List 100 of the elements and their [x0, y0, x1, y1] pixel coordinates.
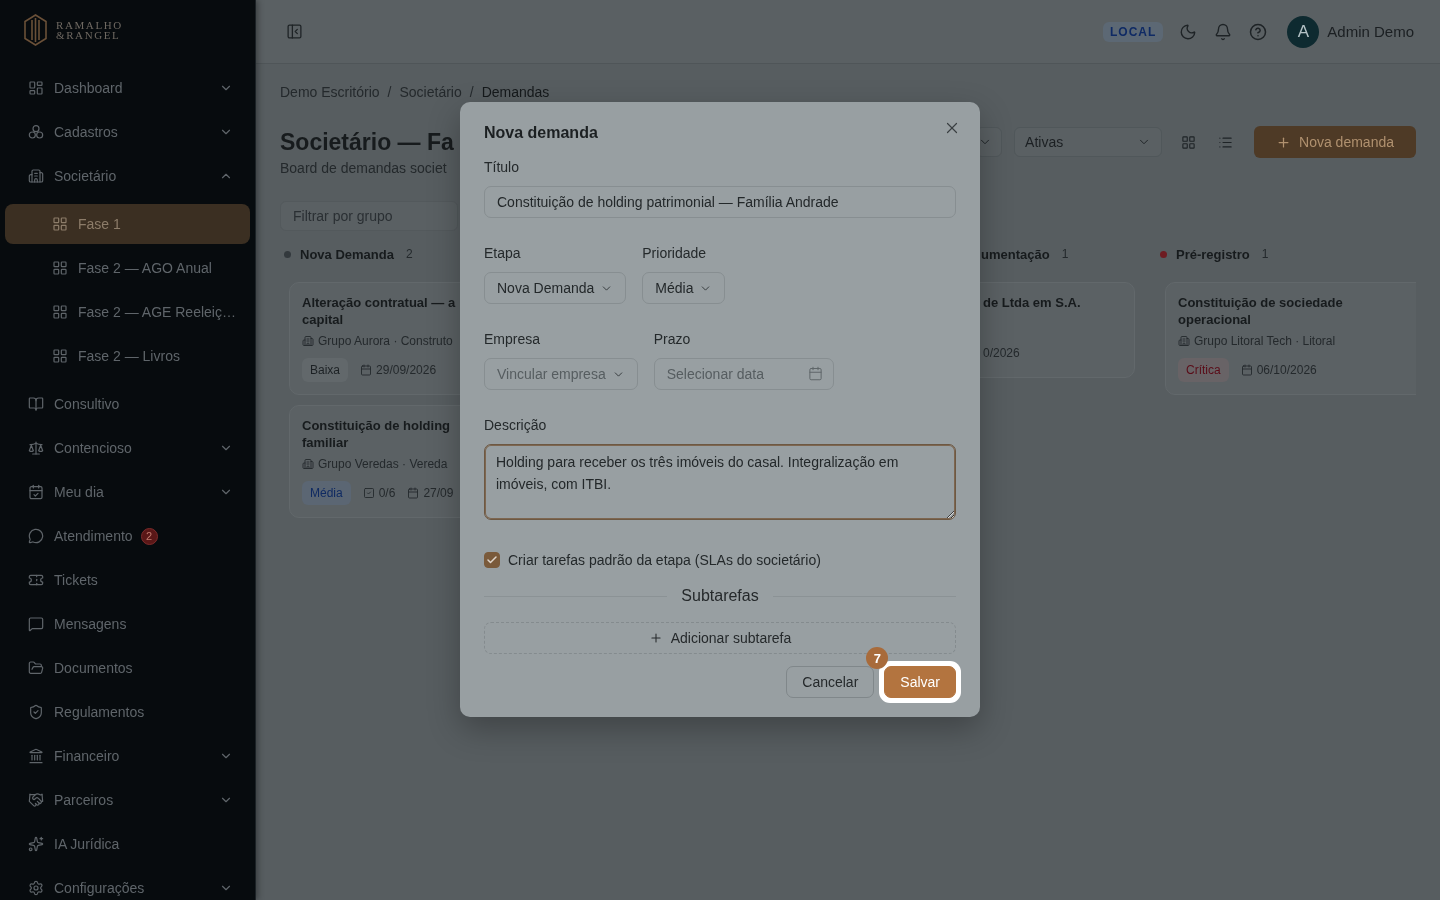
count-badge: 2: [140, 527, 158, 545]
cancel-button[interactable]: Cancelar: [786, 666, 875, 698]
field-label: Descrição: [484, 416, 548, 435]
company-select[interactable]: Vincular empresa: [484, 358, 638, 390]
nav-item[interactable]: Consultivo: [5, 384, 250, 424]
stage-select[interactable]: Nova Demanda: [484, 272, 627, 304]
check-icon: [486, 554, 498, 566]
nav-item[interactable]: Contencioso: [5, 428, 250, 468]
due-date: 29/09/2026: [376, 363, 437, 377]
grid-icon: [52, 216, 68, 232]
nav-item[interactable]: Dashboard: [5, 68, 250, 108]
list-icon: [1217, 134, 1233, 150]
settings-icon: [28, 880, 44, 896]
card-title: operacional: [1178, 311, 1252, 328]
panel-left-icon: [285, 23, 303, 40]
priority-badge: Média: [302, 481, 351, 505]
column-title: Nova Demanda: [300, 246, 394, 262]
calendar-icon: [1240, 364, 1253, 376]
calendar-icon: [407, 487, 420, 499]
grid-icon: [1180, 134, 1196, 150]
nav-item[interactable]: Fase 2 — Livros: [5, 336, 250, 376]
building-icon: [302, 335, 314, 347]
avatar[interactable]: A: [1287, 15, 1320, 48]
layout-icon: [28, 80, 44, 96]
save-button[interactable]: Salvar: [884, 666, 956, 698]
brand-name: RAMALHO: [56, 20, 123, 30]
due-date: 27/09: [423, 486, 454, 500]
status-select[interactable]: Ativas: [1014, 127, 1163, 157]
logo-icon: [24, 14, 47, 46]
moon-icon: [1179, 22, 1198, 41]
date-field[interactable]: Selecionar data: [653, 358, 834, 390]
ticket-icon: [28, 572, 44, 588]
building-icon: [302, 458, 314, 470]
nav-item[interactable]: Fase 2 — AGE Reeleiç…: [5, 292, 250, 332]
building-icon: [28, 168, 44, 184]
nav-item[interactable]: Configurações: [5, 868, 250, 900]
shield-check-icon: [28, 704, 44, 720]
book-icon: [28, 396, 44, 412]
card-title: Constituição de holding: [302, 417, 452, 434]
grid-icon: [52, 348, 68, 364]
nav-item[interactable]: Societário: [5, 156, 250, 196]
page-title: Societário — Fa: [280, 128, 454, 157]
building-icon: [1178, 335, 1190, 347]
nav-item[interactable]: Atendimento 2: [5, 516, 250, 556]
card-title: capital: [302, 311, 345, 328]
priority-badge: Baixa: [302, 358, 349, 382]
sparkles-icon: [28, 836, 44, 852]
plus-icon: [1276, 134, 1292, 150]
circles-icon: [28, 124, 44, 140]
field-label: Etapa: [484, 244, 522, 263]
demand-card[interactable]: Constituição de sociedade operacional Grupo Litoral Tech · Litoral Crítica 06/10/2026: [1165, 282, 1416, 395]
env-badge: LOCAL: [1102, 21, 1164, 42]
priority-badge: Crítica: [1178, 358, 1229, 382]
nav-item[interactable]: Cadastros: [5, 112, 250, 152]
calendar-check-icon: [28, 484, 44, 500]
nav-item[interactable]: Documentos: [5, 648, 250, 688]
priority-select[interactable]: Média: [642, 272, 726, 304]
nav-item[interactable]: Regulamentos: [5, 692, 250, 732]
company-name: Grupo Aurora · Construto: [318, 334, 453, 348]
bell-icon: [1214, 22, 1233, 41]
message-icon: [28, 616, 44, 632]
checkbox[interactable]: [484, 552, 500, 568]
breadcrumb-current: Demandas: [481, 84, 550, 100]
nav-item[interactable]: Fase 1: [5, 204, 250, 244]
field-label: Prazo: [653, 330, 692, 349]
nav-item[interactable]: Parceiros: [5, 780, 250, 820]
description-field[interactable]: Holding para receber os três imóveis do casal. Integralização em imóveis, com ITBI.: [484, 444, 956, 520]
check-square-icon: [362, 487, 375, 499]
company-name: Grupo Litoral Tech · Litoral: [1194, 334, 1336, 348]
column-title: Pré-registro: [1176, 246, 1250, 262]
bank-icon: [28, 748, 44, 764]
handshake-icon: [28, 792, 44, 808]
nav-item[interactable]: Meu dia: [5, 472, 250, 512]
breadcrumb-separator: /: [387, 84, 392, 100]
nav-item[interactable]: Mensagens: [5, 604, 250, 644]
nav-item[interactable]: Financeiro: [5, 736, 250, 776]
grid-icon: [52, 260, 68, 276]
field-label: Empresa: [484, 330, 542, 349]
field-label: Prioridade: [642, 244, 708, 263]
chat-bubble-icon: [28, 528, 44, 544]
card-title: familiar: [302, 434, 350, 451]
dialog-title: Nova demanda: [484, 123, 598, 143]
step-badge: 7: [866, 647, 889, 669]
title-field[interactable]: Constituição de holding patrimonial — Família Andrade: [484, 186, 956, 218]
brand-name: &RANGEL: [56, 30, 122, 40]
grid-icon: [52, 304, 68, 320]
calendar-icon: [360, 364, 373, 376]
new-demand-button[interactable]: Nova demanda: [1254, 126, 1416, 158]
company-name: Grupo Veredas · Vereda: [318, 457, 448, 471]
nav-item[interactable]: IA Jurídica: [5, 824, 250, 864]
folder-icon: [28, 660, 44, 676]
due-date: 0/2026: [983, 346, 1020, 360]
nav-item[interactable]: Fase 2 — AGO Anual: [5, 248, 250, 288]
breadcrumb-separator: /: [469, 84, 474, 100]
nav-item[interactable]: Tickets: [5, 560, 250, 600]
due-date: 06/10/2026: [1256, 363, 1317, 377]
user-name[interactable]: Admin Demo: [1327, 23, 1414, 40]
calendar-icon: [807, 366, 823, 381]
card-title: de Ltda em S.A.: [983, 294, 1082, 311]
card-title: Alteração contratual — a: [302, 294, 457, 311]
